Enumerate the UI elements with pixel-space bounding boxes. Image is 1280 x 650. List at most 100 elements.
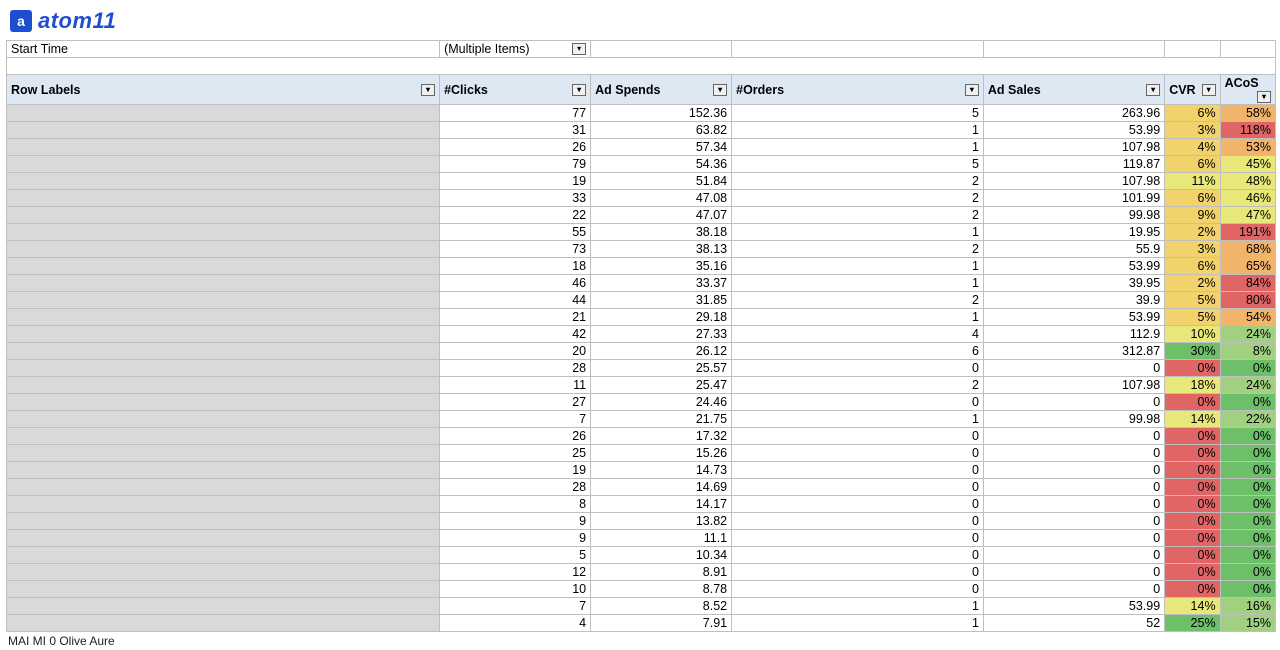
clicks-cell: 33 bbox=[440, 190, 591, 207]
col-ad-spends[interactable]: Ad Spends ▾ bbox=[591, 75, 732, 105]
spends-cell: 47.07 bbox=[591, 207, 732, 224]
spends-cell: 11.1 bbox=[591, 530, 732, 547]
clicks-cell: 21 bbox=[440, 309, 591, 326]
row-label-cell bbox=[7, 139, 440, 156]
row-label-cell bbox=[7, 156, 440, 173]
table-row[interactable]: 4431.85239.95%80% bbox=[7, 292, 1276, 309]
table-row[interactable]: 814.17000%0% bbox=[7, 496, 1276, 513]
row-label-cell bbox=[7, 411, 440, 428]
col-clicks[interactable]: #Clicks ▾ bbox=[440, 75, 591, 105]
sales-cell: 39.95 bbox=[983, 275, 1164, 292]
col-acos[interactable]: ACoS ▾ bbox=[1220, 75, 1275, 105]
clicks-cell: 79 bbox=[440, 156, 591, 173]
table-row[interactable]: 2026.126312.8730%8% bbox=[7, 343, 1276, 360]
orders-cell: 0 bbox=[732, 428, 984, 445]
table-row[interactable]: 911.1000%0% bbox=[7, 530, 1276, 547]
table-row[interactable]: 2724.46000%0% bbox=[7, 394, 1276, 411]
chevron-down-icon[interactable]: ▾ bbox=[421, 84, 435, 96]
orders-cell: 2 bbox=[732, 292, 984, 309]
acos-cell: 0% bbox=[1220, 394, 1275, 411]
table-row[interactable]: 4227.334112.910%24% bbox=[7, 326, 1276, 343]
table-row[interactable]: 2129.18153.995%54% bbox=[7, 309, 1276, 326]
table-row[interactable]: 721.75199.9814%22% bbox=[7, 411, 1276, 428]
table-row[interactable]: 4633.37139.952%84% bbox=[7, 275, 1276, 292]
acos-cell: 15% bbox=[1220, 615, 1275, 632]
col-cvr[interactable]: CVR ▾ bbox=[1165, 75, 1220, 105]
table-row[interactable]: 2515.26000%0% bbox=[7, 445, 1276, 462]
table-row[interactable]: 7338.13255.93%68% bbox=[7, 241, 1276, 258]
chevron-down-icon[interactable]: ▾ bbox=[1202, 84, 1216, 96]
sales-cell: 99.98 bbox=[983, 207, 1164, 224]
sales-cell: 0 bbox=[983, 496, 1164, 513]
row-label-cell bbox=[7, 496, 440, 513]
table-row[interactable]: 2657.341107.984%53% bbox=[7, 139, 1276, 156]
orders-cell: 0 bbox=[732, 479, 984, 496]
cvr-cell: 14% bbox=[1165, 411, 1220, 428]
clicks-cell: 19 bbox=[440, 173, 591, 190]
table-row[interactable]: 5538.18119.952%191% bbox=[7, 224, 1276, 241]
acos-cell: 47% bbox=[1220, 207, 1275, 224]
row-label-cell bbox=[7, 615, 440, 632]
sales-cell: 0 bbox=[983, 581, 1164, 598]
acos-cell: 0% bbox=[1220, 479, 1275, 496]
col-ad-sales[interactable]: Ad Sales ▾ bbox=[983, 75, 1164, 105]
table-row[interactable]: 78.52153.9914%16% bbox=[7, 598, 1276, 615]
orders-cell: 0 bbox=[732, 496, 984, 513]
table-row[interactable]: 1951.842107.9811%48% bbox=[7, 173, 1276, 190]
filter-dropdown-icon[interactable]: ▾ bbox=[572, 43, 586, 55]
filter-field-name[interactable]: Start Time bbox=[7, 41, 440, 58]
sales-cell: 112.9 bbox=[983, 326, 1164, 343]
table-row[interactable]: 77152.365263.966%58% bbox=[7, 105, 1276, 122]
table-row[interactable]: 128.91000%0% bbox=[7, 564, 1276, 581]
table-row[interactable]: 47.9115225%15% bbox=[7, 615, 1276, 632]
cvr-cell: 6% bbox=[1165, 258, 1220, 275]
acos-cell: 54% bbox=[1220, 309, 1275, 326]
table-row[interactable]: 2617.32000%0% bbox=[7, 428, 1276, 445]
clicks-cell: 22 bbox=[440, 207, 591, 224]
cvr-cell: 2% bbox=[1165, 275, 1220, 292]
clicks-cell: 18 bbox=[440, 258, 591, 275]
spends-cell: 54.36 bbox=[591, 156, 732, 173]
col-row-labels[interactable]: Row Labels ▾ bbox=[7, 75, 440, 105]
clicks-cell: 27 bbox=[440, 394, 591, 411]
chevron-down-icon[interactable]: ▾ bbox=[1257, 91, 1271, 103]
chevron-down-icon[interactable]: ▾ bbox=[572, 84, 586, 96]
table-row[interactable]: 510.34000%0% bbox=[7, 547, 1276, 564]
clicks-cell: 44 bbox=[440, 292, 591, 309]
sales-cell: 263.96 bbox=[983, 105, 1164, 122]
row-label-cell bbox=[7, 547, 440, 564]
clicks-cell: 26 bbox=[440, 139, 591, 156]
chevron-down-icon[interactable]: ▾ bbox=[713, 84, 727, 96]
table-row[interactable]: 1914.73000%0% bbox=[7, 462, 1276, 479]
clicks-cell: 8 bbox=[440, 496, 591, 513]
cvr-cell: 0% bbox=[1165, 428, 1220, 445]
chevron-down-icon[interactable]: ▾ bbox=[1146, 84, 1160, 96]
spends-cell: 7.91 bbox=[591, 615, 732, 632]
table-row[interactable]: 1125.472107.9818%24% bbox=[7, 377, 1276, 394]
table-row[interactable]: 108.78000%0% bbox=[7, 581, 1276, 598]
table-row[interactable]: 3163.82153.993%118% bbox=[7, 122, 1276, 139]
orders-cell: 1 bbox=[732, 598, 984, 615]
orders-cell: 0 bbox=[732, 360, 984, 377]
table-row[interactable]: 7954.365119.876%45% bbox=[7, 156, 1276, 173]
sales-cell: 101.99 bbox=[983, 190, 1164, 207]
col-ad-spends-text: Ad Spends bbox=[595, 83, 660, 97]
pivot-table: Start Time (Multiple Items) ▾ Row Labels… bbox=[6, 40, 1276, 632]
table-row[interactable]: 2825.57000%0% bbox=[7, 360, 1276, 377]
acos-cell: 0% bbox=[1220, 530, 1275, 547]
col-orders[interactable]: #Orders ▾ bbox=[732, 75, 984, 105]
row-label-cell bbox=[7, 173, 440, 190]
table-row[interactable]: 913.82000%0% bbox=[7, 513, 1276, 530]
acos-cell: 191% bbox=[1220, 224, 1275, 241]
row-label-cell bbox=[7, 292, 440, 309]
sales-cell: 119.87 bbox=[983, 156, 1164, 173]
acos-cell: 48% bbox=[1220, 173, 1275, 190]
row-label-cell bbox=[7, 207, 440, 224]
table-row[interactable]: 2247.07299.989%47% bbox=[7, 207, 1276, 224]
acos-cell: 0% bbox=[1220, 513, 1275, 530]
table-row[interactable]: 2814.69000%0% bbox=[7, 479, 1276, 496]
table-row[interactable]: 1835.16153.996%65% bbox=[7, 258, 1276, 275]
chevron-down-icon[interactable]: ▾ bbox=[965, 84, 979, 96]
table-row[interactable]: 3347.082101.996%46% bbox=[7, 190, 1276, 207]
filter-field-value[interactable]: (Multiple Items) ▾ bbox=[440, 41, 591, 58]
